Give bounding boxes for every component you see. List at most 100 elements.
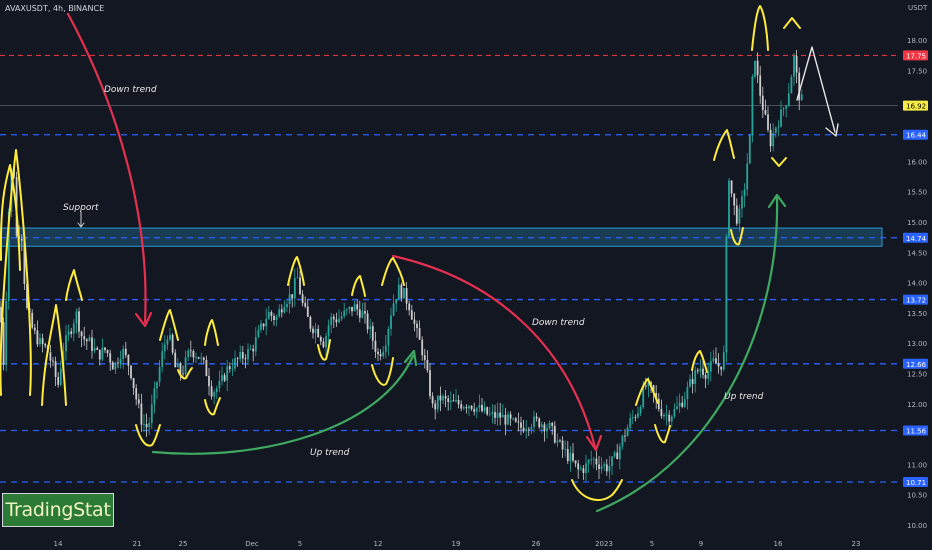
candle-body (704, 374, 707, 379)
candle-body (499, 412, 502, 418)
candle-body (439, 395, 442, 401)
candle-body (413, 319, 416, 324)
price-tick-label: 15.00 (907, 219, 927, 227)
candle-body (691, 379, 694, 384)
price-chart[interactable]: Down trend Support Up trend Down trend Up tr… (0, 0, 932, 550)
up-trend-label-2: Up trend (724, 392, 764, 402)
zigzag-mark (771, 157, 787, 167)
candle-body (782, 108, 785, 110)
candle-body (382, 351, 385, 357)
candle-body (247, 349, 249, 360)
candle-body (296, 277, 299, 279)
candle-body (590, 459, 593, 461)
candle-body (205, 360, 208, 376)
candle-body (80, 331, 83, 337)
time-tick-label: 12 (374, 540, 383, 548)
candle-body (722, 352, 725, 370)
candle-body (200, 357, 203, 359)
candle-body (592, 458, 595, 460)
price-axis[interactable]: 10.00 10.50 11.00 12.00 12.50 13.00 13.50 14.00… (903, 37, 928, 530)
candle-body (189, 350, 192, 352)
candle-body (265, 319, 268, 327)
candle-body (202, 357, 205, 361)
candle-body (769, 129, 772, 147)
candle-body (491, 412, 494, 414)
candle-body (681, 402, 684, 407)
candle-body (156, 382, 158, 389)
up-trend-label-1: Up trend (310, 448, 350, 458)
candle-body (478, 404, 481, 408)
candle-body (67, 331, 70, 336)
zigzag-mark (783, 17, 801, 29)
candle-body (694, 370, 697, 384)
price-tick-label: 10.50 (907, 492, 927, 500)
candle-body (611, 456, 613, 467)
candle-body (208, 375, 210, 387)
candle-body (470, 405, 473, 410)
candle-body (171, 334, 174, 353)
candle-body (104, 347, 106, 351)
candle-body (431, 396, 434, 404)
candle-body (452, 400, 455, 402)
price-tick-label: 14.50 (907, 249, 927, 257)
candle-body (577, 463, 580, 470)
candle-body (293, 277, 296, 299)
candle-body (278, 309, 281, 317)
candle-body (678, 402, 681, 407)
candle-body (462, 407, 465, 409)
candle-body (481, 404, 483, 412)
candle-body (574, 460, 577, 464)
candle-body (423, 355, 426, 360)
candle-body (468, 405, 470, 409)
zigzag-mark (135, 424, 161, 447)
candle-body (83, 336, 86, 340)
down-trend-arrow-1 (66, 12, 147, 324)
candle-body (49, 352, 52, 361)
zigzag-mark (654, 424, 671, 444)
candle-body (161, 351, 164, 368)
candle-body (741, 196, 743, 209)
candle-body (551, 422, 554, 426)
candle-body (291, 294, 294, 299)
drawings-layer (0, 5, 839, 513)
price-tick-label: 11.00 (907, 461, 927, 469)
candle-body (148, 422, 151, 428)
price-tick-label: 15.50 (907, 189, 927, 197)
candle-body (358, 309, 361, 318)
candle-body (600, 466, 603, 469)
candle-body (213, 392, 216, 397)
time-tick-label: 9 (699, 540, 703, 548)
candle-body (20, 238, 23, 241)
candle-body (384, 345, 387, 352)
candle-body (774, 127, 777, 133)
candle-body (57, 376, 60, 385)
candle-body (119, 358, 122, 364)
zigzag-mark (571, 479, 623, 501)
candle-body (387, 328, 390, 346)
candle-body (696, 370, 699, 372)
candle-body (252, 348, 255, 352)
candle-body (639, 407, 642, 414)
candle-body (746, 163, 749, 190)
time-axis[interactable]: 14 21 25 Dec 5 12 19 26 2023 5 9 16 23 (54, 540, 861, 548)
candle-body (353, 304, 356, 312)
candle-body (800, 94, 803, 101)
candle-body (764, 110, 767, 115)
candle-body (728, 180, 730, 237)
down-trend-label-2: Down trend (532, 318, 585, 328)
candle-body (317, 328, 320, 337)
candle-body (637, 413, 639, 418)
candle-body (392, 303, 395, 316)
candle-body (267, 311, 270, 320)
candle-body (715, 358, 717, 364)
candle-body (322, 341, 325, 348)
candle-body (553, 425, 556, 443)
candle-body (91, 337, 93, 351)
zigzag-mark (287, 256, 305, 286)
candle-body (88, 337, 91, 342)
candle-body (364, 311, 366, 314)
candle-body (434, 403, 437, 410)
candle-body (340, 316, 343, 319)
candle-body (325, 336, 327, 348)
candle-body (416, 323, 418, 329)
